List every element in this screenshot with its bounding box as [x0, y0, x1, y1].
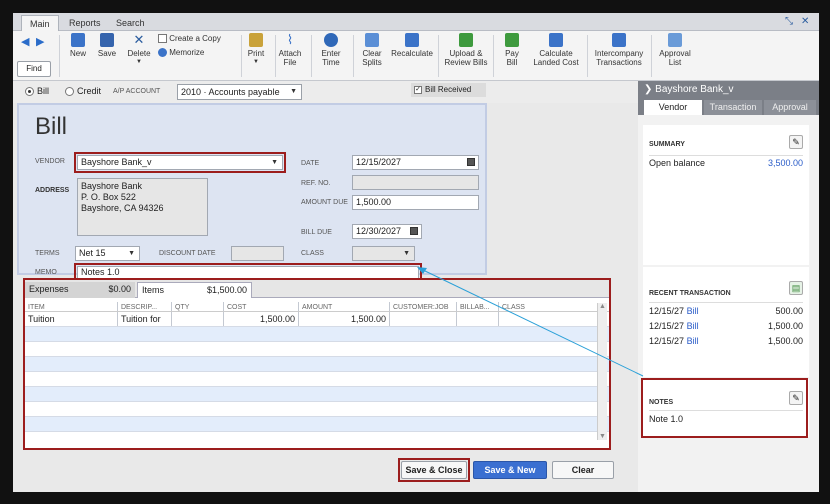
annotation-arrow	[417, 267, 644, 377]
bill-window: Main Reports Search ⤡ ✕ ◀ ▶ Find New Sav…	[13, 13, 819, 492]
